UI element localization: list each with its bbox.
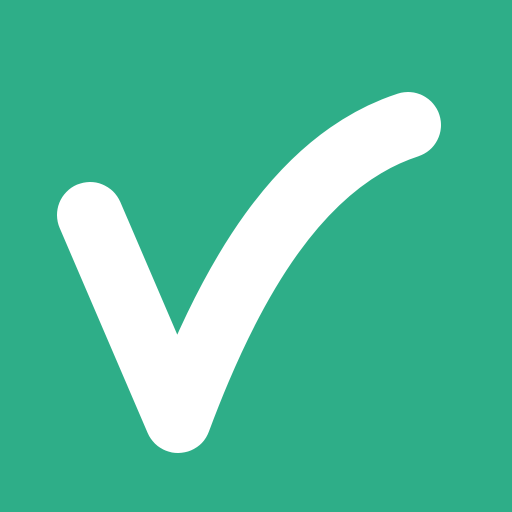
checkmark-icon	[0, 0, 512, 512]
app-icon-tile	[0, 0, 512, 512]
